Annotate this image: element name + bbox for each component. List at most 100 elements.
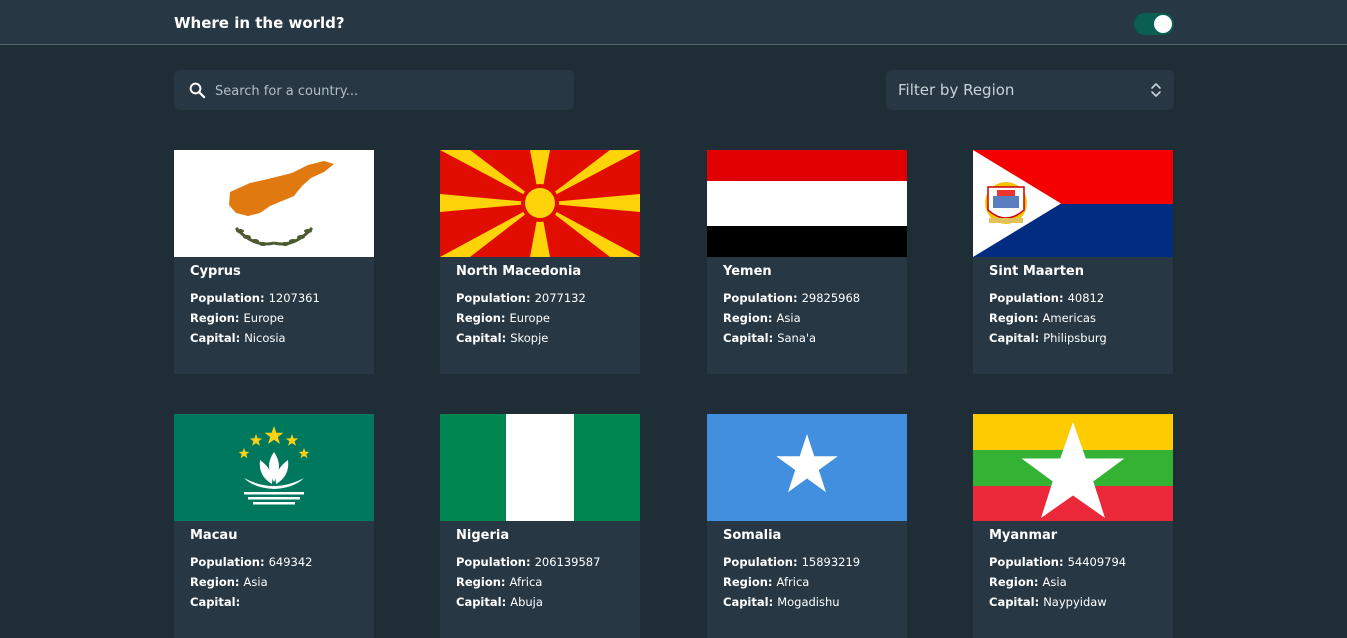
capital-row: Capital: Naypyidaw [989,595,1107,609]
search-icon [189,82,206,99]
region-value: Asia [243,575,268,589]
country-name: Nigeria [456,528,510,543]
capital-label: Capital: [989,595,1040,609]
population-value: 1207361 [268,291,320,305]
country-name: Sint Maarten [989,264,1084,279]
population-value: 40812 [1067,291,1105,305]
population-value: 206139587 [534,555,601,569]
region-row: Region: Asia [190,575,268,589]
flag-sint-maarten [973,150,1173,257]
population-value: 649342 [268,555,313,569]
flag-somalia [707,414,907,521]
population-row: Population: 54409794 [989,555,1126,569]
region-row: Region: Asia [989,575,1067,589]
capital-row: Capital: Nicosia [190,331,286,345]
capital-value: Mogadishu [777,595,840,609]
population-row: Population: 15893219 [723,555,860,569]
region-label: Region: [723,311,773,325]
region-value: Americas [1042,311,1096,325]
population-row: Population: 206139587 [456,555,600,569]
toggle-knob [1154,15,1172,33]
capital-value: Skopje [510,331,549,345]
capital-label: Capital: [723,595,774,609]
region-row: Region: Europe [456,311,550,325]
region-row: Region: Africa [723,575,809,589]
region-value: Asia [1042,575,1067,589]
search-box[interactable] [174,70,574,112]
population-label: Population: [456,555,531,569]
country-name: Myanmar [989,528,1058,543]
flag-myanmar [973,414,1173,521]
dark-mode-toggle[interactable] [1134,13,1174,35]
capital-row: Capital: Abuja [456,595,543,609]
region-value: Africa [776,575,810,589]
country-card-north-macedonia[interactable]: North Macedonia Population: 2077132 Regi… [440,150,640,374]
population-row: Population: 29825968 [723,291,860,305]
population-value: 29825968 [801,291,861,305]
region-row: Region: Africa [456,575,542,589]
country-name: Cyprus [190,264,241,279]
population-value: 15893219 [801,555,861,569]
region-label: Region: [190,575,240,589]
country-name: North Macedonia [456,264,582,279]
region-value: Europe [243,311,284,325]
region-filter-label: Filter by Region [898,81,1015,99]
population-label: Population: [723,555,798,569]
flag-nigeria [440,414,640,521]
capital-value: Sana'a [777,331,817,345]
country-card-cyprus[interactable]: Cyprus Population: 1207361 Region: Europ… [174,150,374,374]
country-card-myanmar[interactable]: Myanmar Population: 54409794 Region: Asi… [973,414,1173,638]
country-name: Yemen [723,264,772,279]
population-label: Population: [190,291,265,305]
population-label: Population: [989,291,1064,305]
region-label: Region: [989,575,1039,589]
capital-row: Capital: Skopje [456,331,548,345]
region-value: Asia [776,311,801,325]
population-label: Population: [190,555,265,569]
chevron-up-down-icon [1151,83,1161,97]
country-card-macau[interactable]: Macau Population: 649342 Region: Asia Ca… [174,414,374,638]
region-label: Region: [456,575,506,589]
capital-label: Capital: [190,595,241,609]
capital-label: Capital: [456,331,507,345]
flag-macau [174,414,374,521]
region-label: Region: [190,311,240,325]
population-row: Population: 2077132 [456,291,586,305]
capital-label: Capital: [723,331,774,345]
population-value: 54409794 [1067,555,1127,569]
region-row: Region: Asia [723,311,801,325]
capital-value: Abuja [510,595,543,609]
region-row: Region: Americas [989,311,1096,325]
population-row: Population: 1207361 [190,291,320,305]
population-value: 2077132 [534,291,586,305]
country-card-somalia[interactable]: Somalia Population: 15893219 Region: Afr… [707,414,907,638]
capital-value: Nicosia [244,331,286,345]
population-label: Population: [456,291,531,305]
region-row: Region: Europe [190,311,284,325]
region-value: Africa [509,575,543,589]
region-filter-select[interactable]: Filter by Region [886,70,1174,110]
country-card-yemen[interactable]: Yemen Population: 29825968 Region: Asia … [707,150,907,374]
region-value: Europe [509,311,550,325]
capital-row: Capital: [190,595,240,609]
capital-row: Capital: Philipsburg [989,331,1107,345]
capital-label: Capital: [456,595,507,609]
country-card-nigeria[interactable]: Nigeria Population: 206139587 Region: Af… [440,414,640,638]
population-label: Population: [989,555,1064,569]
capital-label: Capital: [190,331,241,345]
flag-cyprus [174,150,374,257]
search-input[interactable] [213,70,567,112]
region-label: Region: [989,311,1039,325]
capital-label: Capital: [989,331,1040,345]
region-label: Region: [456,311,506,325]
app-title: Where in the world? [174,14,345,32]
country-name: Somalia [723,528,782,543]
flag-north-macedonia [440,150,640,257]
population-label: Population: [723,291,798,305]
capital-value: Naypyidaw [1043,595,1107,609]
capital-value: Philipsburg [1043,331,1107,345]
capital-row: Capital: Sana'a [723,331,816,345]
flag-yemen [707,150,907,257]
country-card-sint-maarten[interactable]: Sint Maarten Population: 40812 Region: A… [973,150,1173,374]
app-header: Where in the world? [0,0,1347,45]
